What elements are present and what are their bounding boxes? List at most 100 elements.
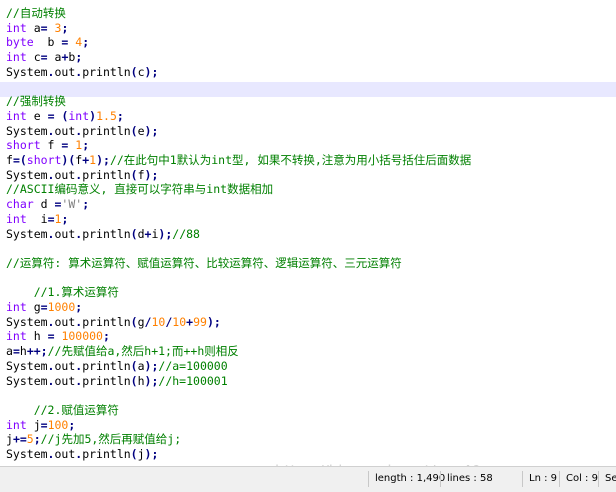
code-token: )( — [61, 153, 76, 167]
code-line[interactable]: f=(short)(f+1);//在此句中1默认为int型, 如果不转换,注意为… — [6, 153, 471, 168]
code-token: println — [82, 358, 131, 373]
code-token: 1.5 — [96, 108, 117, 123]
code-line[interactable]: int a= 3; — [6, 21, 68, 36]
code-token: out — [54, 373, 76, 388]
code-token: h — [19, 344, 27, 359]
code-line[interactable]: char d ='W'; — [6, 197, 89, 212]
code-token: = — [47, 211, 55, 226]
code-token: System — [6, 64, 48, 79]
code-token: ; — [33, 432, 41, 447]
code-token: = — [40, 50, 48, 65]
code-token: //运算符: 算术运算符、赋值运算符、比较运算符、逻辑运算符、三元运算符 — [6, 255, 402, 270]
code-token: out — [54, 123, 76, 138]
code-token: int — [6, 108, 27, 123]
status-col: Col : 9 — [559, 471, 598, 487]
code-token: f — [6, 153, 13, 167]
code-token: ); — [144, 447, 159, 461]
code-token: a — [47, 50, 62, 65]
code-token: System — [6, 314, 48, 329]
code-token: ); — [144, 167, 159, 182]
code-token: out — [54, 167, 76, 182]
code-line[interactable]: System.out.println(j); — [6, 447, 158, 462]
code-line[interactable]: int j=100; — [6, 418, 75, 433]
status-sel: Se — [598, 471, 616, 487]
code-token: int — [6, 211, 27, 226]
code-line[interactable]: int i=1; — [6, 212, 68, 227]
code-token: 100 — [47, 417, 69, 432]
code-line[interactable]: byte b = 4; — [6, 35, 89, 50]
code-line[interactable]: int e = (int)1.5; — [6, 109, 124, 124]
code-line[interactable]: System.out.println(a);//a=100000 — [6, 359, 228, 374]
code-token: out — [54, 314, 76, 329]
status-bar: length : 1,490 lines : 58 Ln : 9 Col : 9… — [0, 466, 616, 492]
code-token: 99 — [193, 314, 207, 329]
code-token: println — [82, 314, 131, 329]
code-line[interactable]: //1.算术运算符 — [6, 285, 119, 300]
code-line[interactable]: a=h++;//先赋值给a,然后h+1;而++h则相反 — [6, 344, 239, 359]
code-token: //自动转换 — [6, 6, 66, 20]
code-token: j — [6, 432, 13, 447]
code-token: ); — [158, 226, 173, 241]
code-token: println — [82, 226, 131, 241]
code-token: = — [40, 20, 48, 35]
code-token: ( — [130, 64, 138, 79]
code-token: byte — [6, 35, 34, 50]
current-line-highlight — [0, 81, 616, 97]
code-token: ( — [130, 358, 138, 373]
code-line[interactable]: System.out.println(c); — [6, 65, 158, 80]
code-token: ( — [130, 226, 138, 241]
code-token: //88 — [172, 226, 200, 241]
status-lines: lines : 58 — [440, 471, 493, 487]
code-token: int — [68, 108, 90, 123]
code-editor[interactable]: //自动转换 int a= 3; byte b = 4; int c= a+b; Sys… — [0, 0, 616, 466]
code-token: += — [12, 432, 27, 447]
code-line[interactable]: short f = 1; — [6, 138, 89, 153]
code-line[interactable]: System.out.println(g/10/10+99); — [6, 315, 221, 330]
code-line[interactable]: //强制转换 — [6, 94, 66, 109]
code-line[interactable]: //自动转换 — [6, 6, 66, 21]
code-line[interactable]: System.out.println(h);//h=100001 — [6, 374, 228, 389]
code-token: //j先加5,然后再赋值给j; — [40, 432, 182, 447]
code-token: //强制转换 — [6, 94, 66, 109]
code-token: h — [26, 329, 48, 344]
code-token: //在此句中1默认为int型, 如果不转换,注意为用小括号括住后面数据 — [109, 153, 472, 167]
code-line[interactable]: int c= a+b; — [6, 50, 82, 65]
code-token: int — [6, 300, 27, 314]
code-line[interactable]: //ASCII编码意义, 直接可以字符串与int数据相加 — [6, 182, 273, 197]
code-token: j — [137, 447, 145, 461]
code-token: //ASCII编码意义, 直接可以字符串与int数据相加 — [6, 182, 274, 197]
code-token: ( — [130, 123, 138, 138]
code-token: out — [54, 64, 76, 79]
code-token: ( — [130, 447, 138, 461]
code-line[interactable]: System.out.println(f); — [6, 168, 158, 183]
code-token: short — [6, 138, 41, 153]
code-token: ); — [96, 153, 110, 167]
code-token: g — [137, 314, 145, 329]
code-line[interactable]: int h = 100000; — [6, 329, 110, 344]
code-token: println — [82, 447, 131, 461]
code-token: //a=100000 — [158, 358, 228, 373]
status-ln: Ln : 9 — [522, 471, 557, 487]
code-token: 5 — [26, 432, 34, 447]
code-line[interactable]: //运算符: 算术运算符、赋值运算符、比较运算符、逻辑运算符、三元运算符 — [6, 256, 402, 271]
code-token: println — [82, 373, 131, 388]
code-token: println — [82, 123, 131, 138]
code-token: char — [6, 197, 34, 212]
code-token: 1000 — [47, 300, 76, 314]
code-token: out — [54, 358, 76, 373]
code-token: ; — [61, 211, 69, 226]
code-token: System — [6, 358, 48, 373]
code-token: =( — [12, 153, 27, 167]
code-token: i — [26, 211, 48, 226]
code-token: ); — [144, 373, 159, 388]
code-line[interactable]: j+=5;//j先加5,然后再赋值给j; — [6, 432, 181, 447]
code-line[interactable]: System.out.println(e); — [6, 124, 158, 139]
code-token: = — [40, 300, 48, 314]
code-line[interactable]: System.out.println(d+i);//88 — [6, 227, 200, 242]
code-token: f — [40, 138, 62, 153]
code-token: a — [137, 358, 145, 373]
code-line[interactable]: int g=1000; — [6, 300, 82, 315]
code-line[interactable]: //2.赋值运算符 — [6, 403, 119, 418]
